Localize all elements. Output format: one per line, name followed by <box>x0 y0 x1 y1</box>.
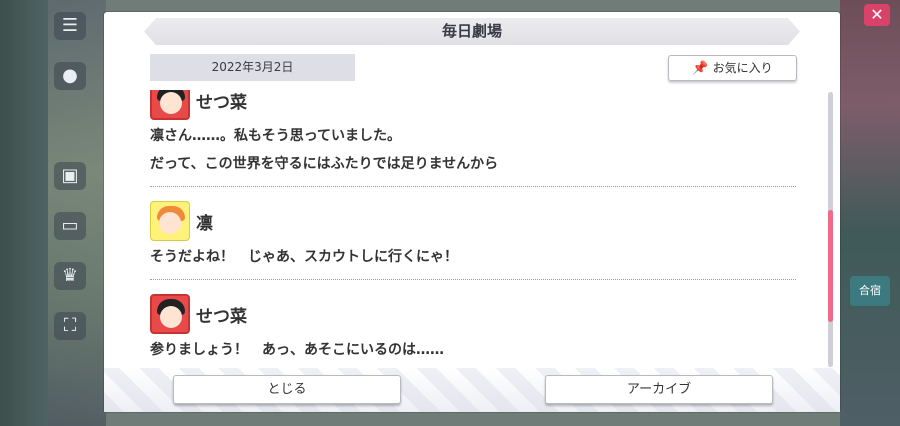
close-corner-icon[interactable]: ✕ <box>864 4 890 26</box>
crown-icon[interactable]: ♛ <box>54 262 86 290</box>
conversation-entry: せつ菜 参りましょう！ あっ、あそこにいるのは…… <box>150 292 796 368</box>
dialog-title: 毎日劇場 <box>144 18 800 45</box>
right-background-strip <box>840 0 900 426</box>
dialogue-line: 参りましょう！ あっ、あそこにいるのは…… <box>150 342 444 358</box>
speaker-name: せつ菜 <box>196 92 247 113</box>
daily-theater-dialog: 毎日劇場 2022年3月2日 📌 お気に入り せつ菜 凛さん……。私もそう思ってい… <box>104 12 840 412</box>
favorite-label: お気に入り <box>712 61 773 75</box>
monitor-icon[interactable]: ▭ <box>54 212 86 240</box>
conversation-list[interactable]: せつ菜 凛さん……。私もそう思っていました。 だって、この世界を守るにはふたりで… <box>150 90 796 368</box>
archive-button[interactable]: アーカイブ <box>545 375 773 404</box>
close-button[interactable]: とじる <box>173 375 401 404</box>
speaker-name: 凛 <box>196 213 213 234</box>
speaker-row: せつ菜 <box>150 292 796 336</box>
scrollbar[interactable] <box>828 92 833 367</box>
scroll-thumb[interactable] <box>828 210 833 322</box>
speaker-row: 凛 <box>150 199 796 243</box>
setsuna-avatar <box>150 90 190 120</box>
right-badge[interactable]: 合宿 <box>850 276 890 306</box>
pin-icon: 📌 <box>692 61 709 76</box>
favorite-button[interactable]: 📌 お気に入り <box>668 55 797 81</box>
speaker-name: せつ菜 <box>196 306 247 327</box>
menu-icon[interactable]: ☰ <box>54 12 86 40</box>
dialogue-line: そうだよね！ じゃあ、スカウトしに行くにゃ！ <box>150 249 458 265</box>
rin-avatar <box>150 201 190 241</box>
speaker-row: せつ菜 <box>150 90 796 122</box>
conversation-entry: せつ菜 凛さん……。私もそう思っていました。 だって、この世界を守るにはふたりで… <box>150 90 796 187</box>
conversation-entry: 凛 そうだよね！ じゃあ、スカウトしに行くにゃ！ <box>150 199 796 280</box>
dialogue-line: だって、この世界を守るにはふたりでは足りませんから <box>150 156 499 172</box>
dialogue-line: 凛さん……。私もそう思っていました。 <box>150 128 402 144</box>
fullscreen-icon[interactable]: ⛶ <box>54 312 86 340</box>
chat-icon[interactable]: ● <box>54 62 86 90</box>
gift-icon[interactable]: ▣ <box>54 162 86 190</box>
date-label: 2022年3月2日 <box>150 54 355 81</box>
setsuna-avatar <box>150 294 190 334</box>
